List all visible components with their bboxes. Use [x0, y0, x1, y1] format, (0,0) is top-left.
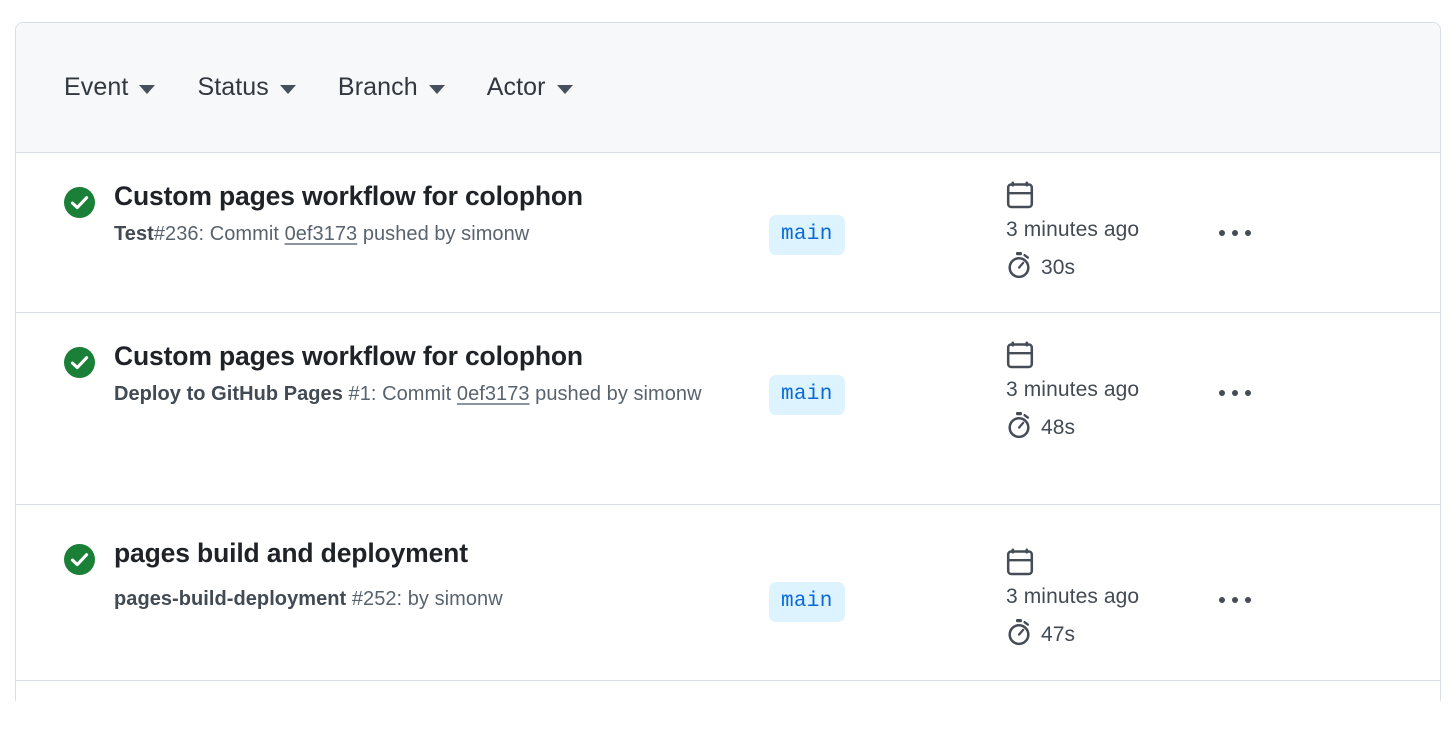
run-branch-cell: main — [769, 180, 1004, 255]
row-menu-button[interactable] — [1219, 390, 1251, 396]
check-circle-icon — [64, 187, 95, 218]
stopwatch-icon — [1006, 251, 1032, 285]
stopwatch-icon — [1006, 411, 1032, 445]
workflow-runs-container: Event Status Branch Actor Custom pages w… — [15, 22, 1441, 701]
row-menu-button[interactable] — [1219, 230, 1251, 236]
trigger-prefix: : by simonw — [396, 588, 503, 611]
run-timestamp: 3 minutes ago — [1006, 585, 1211, 609]
kebab-dot — [1219, 230, 1225, 236]
run-duration-text: 48s — [1041, 416, 1076, 439]
commit-sha-link[interactable]: 0ef3173 — [285, 223, 358, 245]
run-timing-cell: 3 minutes ago 48s — [1004, 340, 1440, 445]
run-duration-text: 47s — [1041, 623, 1076, 646]
chevron-down-icon — [139, 85, 156, 94]
trigger-suffix: pushed by simonw — [357, 223, 530, 246]
run-status-cell — [16, 340, 97, 378]
chevron-down-icon — [428, 85, 445, 94]
workflow-name: Test — [114, 223, 154, 246]
branch-badge[interactable]: main — [769, 582, 845, 622]
calendar-icon — [1006, 547, 1211, 582]
kebab-dot — [1245, 390, 1251, 396]
run-duration-text: 30s — [1041, 256, 1076, 279]
trigger-prefix: : Commit — [198, 223, 285, 246]
table-row[interactable] — [16, 681, 1440, 701]
filter-event-label: Event — [64, 73, 129, 101]
run-duration: 48s — [1006, 411, 1211, 445]
filter-actor-label: Actor — [486, 73, 546, 101]
run-title[interactable]: pages build and deployment — [114, 537, 769, 569]
run-subtitle: Test#236: Commit 0ef3173 pushed by simon… — [114, 220, 769, 249]
run-info-cell: pages build and deployment pages-build-d… — [97, 532, 769, 614]
run-number: #236 — [153, 223, 199, 246]
kebab-dot — [1232, 597, 1238, 603]
run-subtitle: pages-build-deployment #252: by simonw — [114, 585, 769, 614]
kebab-dot — [1232, 230, 1238, 236]
run-timing-cell: 3 minutes ago 47s — [1004, 532, 1440, 652]
run-timestamp-text: 3 minutes ago — [1006, 378, 1140, 401]
run-info-cell: Custom pages workflow for colophon Test#… — [97, 180, 769, 249]
timing-group: 3 minutes ago 30s — [1006, 180, 1211, 285]
run-branch-cell: main — [769, 532, 1004, 622]
commit-sha-link[interactable]: 0ef3173 — [457, 383, 530, 405]
filter-status[interactable]: Status — [197, 73, 296, 102]
filter-status-label: Status — [197, 73, 269, 101]
timing-group: 3 minutes ago 48s — [1006, 340, 1211, 445]
run-branch-cell: main — [769, 340, 1004, 415]
run-number: #252 — [351, 588, 397, 611]
kebab-dot — [1219, 390, 1225, 396]
kebab-dot — [1219, 597, 1225, 603]
trigger-prefix: : Commit — [370, 383, 457, 406]
table-row[interactable]: Custom pages workflow for colophon Test#… — [16, 153, 1440, 313]
row-menu-button[interactable] — [1219, 597, 1251, 603]
run-title[interactable]: Custom pages workflow for colophon — [114, 340, 769, 372]
check-circle-icon — [64, 544, 95, 575]
filter-bar: Event Status Branch Actor — [16, 23, 1440, 153]
run-duration: 47s — [1006, 618, 1211, 652]
workflow-runs-page: Event Status Branch Actor Custom pages w… — [0, 0, 1456, 734]
run-status-cell — [16, 180, 97, 218]
run-timing-cell: 3 minutes ago 30s — [1004, 180, 1440, 285]
branch-badge[interactable]: main — [769, 215, 845, 255]
run-timestamp-text: 3 minutes ago — [1006, 585, 1140, 608]
run-status-cell — [16, 532, 97, 575]
run-timestamp-text: 3 minutes ago — [1006, 218, 1140, 241]
table-row[interactable]: pages build and deployment pages-build-d… — [16, 505, 1440, 681]
timing-group: 3 minutes ago 47s — [1006, 547, 1211, 652]
workflow-name: Deploy to GitHub Pages — [114, 383, 343, 406]
kebab-dot — [1245, 597, 1251, 603]
filter-branch[interactable]: Branch — [338, 73, 445, 102]
filter-branch-label: Branch — [337, 73, 418, 101]
check-circle-icon — [64, 347, 95, 378]
trigger-suffix: pushed by simonw — [529, 383, 702, 406]
stopwatch-icon — [1006, 618, 1032, 652]
table-row[interactable]: Custom pages workflow for colophon Deplo… — [16, 313, 1440, 505]
run-subtitle: Deploy to GitHub Pages #1: Commit 0ef317… — [114, 380, 769, 409]
branch-badge[interactable]: main — [769, 375, 845, 415]
calendar-icon — [1006, 340, 1211, 375]
run-info-cell: Custom pages workflow for colophon Deplo… — [97, 340, 769, 409]
filter-event[interactable]: Event — [64, 73, 156, 102]
kebab-dot — [1245, 230, 1251, 236]
run-number: #1 — [348, 383, 371, 406]
run-duration: 30s — [1006, 251, 1211, 285]
run-timestamp: 3 minutes ago — [1006, 218, 1211, 242]
chevron-down-icon — [279, 85, 296, 94]
chevron-down-icon — [556, 85, 573, 94]
run-title[interactable]: Custom pages workflow for colophon — [114, 180, 769, 212]
workflow-name: pages-build-deployment — [114, 588, 347, 611]
calendar-icon — [1006, 180, 1211, 215]
kebab-dot — [1232, 390, 1238, 396]
filter-actor[interactable]: Actor — [487, 73, 573, 102]
run-timestamp: 3 minutes ago — [1006, 378, 1211, 402]
